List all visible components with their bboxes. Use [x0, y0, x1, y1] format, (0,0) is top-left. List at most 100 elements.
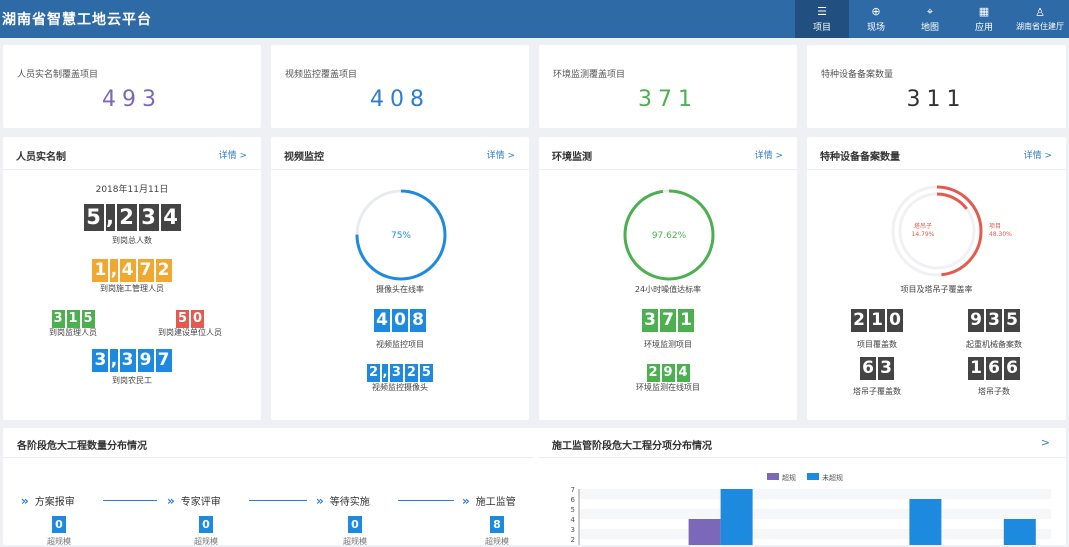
flow-count-label: 超规模 — [47, 537, 71, 546]
stat-label: 特种设备备案数量 — [821, 70, 894, 80]
nav-item-3[interactable]: ▦ 应用 — [957, 0, 1011, 38]
outer-label: 项目 — [989, 223, 1002, 230]
flow-count-label: 超规模 — [194, 537, 218, 546]
stat-label: 环境监测覆盖项目 — [553, 70, 626, 80]
env-projects-label: 环境监测项目 — [644, 340, 692, 349]
digit-tile: 1 — [869, 309, 885, 332]
digit-tile: 5 — [83, 204, 104, 231]
stat-card-env: 环境监测覆盖项目 371 — [539, 45, 797, 128]
flow-step-2[interactable]: » 等待实施 — [316, 493, 370, 509]
digit-tile: 2 — [155, 259, 172, 282]
flow-connector — [103, 500, 157, 501]
grid-band — [579, 489, 1051, 499]
flow-step-3[interactable]: » 施工监管 — [462, 493, 516, 509]
legend-label: 超规 — [782, 473, 796, 482]
ring-label: 24小时噪值达标率 — [634, 285, 702, 294]
grid-band — [579, 509, 1051, 519]
details-link[interactable]: 详情 > — [487, 148, 515, 161]
ring-value: 75% — [391, 231, 411, 241]
digit-tile: 5 — [176, 310, 189, 328]
digit-tile: 4 — [119, 259, 136, 282]
bar-未超规[interactable] — [1003, 519, 1036, 545]
noise-compliance-ring: 97.62% — [623, 189, 715, 281]
nav-item-2[interactable]: ⌖ 地图 — [903, 0, 957, 38]
stat-card-realname: 人员实名制覆盖项目 493 — [3, 45, 261, 128]
details-link[interactable]: 详情 > — [219, 148, 247, 161]
cameras-label: 视频监控摄像头 — [372, 383, 428, 392]
digit-tile: 3 — [119, 349, 136, 372]
nav-label: 现场 — [866, 22, 885, 33]
digit-tile: 4 — [374, 309, 390, 332]
flow-count: 0 — [348, 516, 362, 533]
bottom-left-header: 各阶段危大工程数量分布情况 — [3, 428, 533, 458]
flow-connector — [398, 500, 454, 501]
video-projects-digits: 408 — [271, 309, 529, 332]
stat-value: 408 — [370, 87, 430, 112]
inner-value: 14.79% — [912, 231, 935, 238]
panel-header: 特种设备备案数量 详情 > — [807, 137, 1066, 170]
digit-tile: 0 — [392, 309, 408, 332]
outer-value: 48.30% — [989, 231, 1012, 238]
panel-title: 特种设备备案数量 — [820, 152, 900, 163]
digit-tile: 9 — [661, 364, 675, 382]
env-online-digits: 294 — [539, 361, 797, 382]
flow-count-label: 超规模 — [485, 537, 509, 546]
flow-step-label: 方案报审 — [34, 497, 75, 508]
digit-tile: 7 — [660, 309, 676, 332]
digit-tile: 5 — [1004, 309, 1020, 332]
env-online-label: 环境监测在线项目 — [636, 383, 700, 392]
digit-tile: 1 — [92, 259, 109, 282]
double-chevron-icon: » — [462, 493, 470, 508]
hazard-bar-chart: 超规 未超规 7 6 5 4 3 2 — [571, 473, 1051, 545]
stat-value: 311 — [906, 87, 967, 112]
total-label: 到岗总人数 — [112, 236, 152, 245]
y-tick-label: 6 — [571, 496, 576, 504]
flow-count-label: 超规模 — [343, 537, 367, 546]
bottom-right-more[interactable]: > — [1041, 436, 1050, 449]
top-bar: 湖南省智慧工地云平台 ☰ 项目 ⊕ 现场 ⌖ 地图 ▦ 应用 ♙ 湖南省住建厅 — [0, 0, 1069, 38]
bottom-right-title: 施工监管阶段危大工程分项分布情况 — [552, 441, 712, 452]
details-link[interactable]: 详情 > — [1024, 148, 1052, 161]
digit-tile: 5 — [419, 364, 433, 382]
digit-tile: 2 — [116, 204, 137, 231]
bar-未超规[interactable] — [909, 499, 942, 545]
digit-tile: 4 — [676, 364, 690, 382]
equip-cell-1-label: 起重机械备案数 — [966, 340, 1022, 349]
digit-tile: 3 — [138, 204, 159, 231]
camera-online-ring: 75% — [355, 189, 447, 281]
y-tick-label: 7 — [571, 486, 575, 494]
apps-grid-icon: ▦ — [978, 4, 990, 18]
panel-header: 环境监测 详情 > — [539, 137, 797, 170]
panel-title: 视频监控 — [284, 152, 324, 163]
nav-item-0[interactable]: ☰ 项目 — [795, 0, 849, 38]
digit-tile: 0 — [887, 309, 903, 332]
flow-step-1[interactable]: » 专家评审 — [167, 493, 221, 509]
digit-tile: 9 — [968, 309, 984, 332]
date-label: 2018年11月11日 — [95, 185, 169, 195]
flow-step-label: 专家评审 — [180, 497, 221, 508]
digit-tile: 8 — [410, 309, 426, 332]
digit-tile: 0 — [191, 310, 204, 328]
stat-card-video: 视频监控覆盖项目 408 — [271, 45, 529, 128]
digit-tile: 3 — [986, 309, 1002, 332]
realname-panel: 人员实名制 详情 > 2018年11月11日 5,234 到岗总人数 1,472… — [3, 137, 261, 420]
list-icon: ☰ — [817, 4, 827, 18]
video-projects-label: 视频监控项目 — [376, 340, 424, 349]
globe-icon: ⊕ — [871, 4, 881, 18]
bar-超规[interactable] — [688, 519, 721, 545]
digit-tile: 1 — [66, 310, 80, 328]
nav-item-1[interactable]: ⊕ 现场 — [849, 0, 903, 38]
nav-item-4[interactable]: ♙ 湖南省住建厅 — [1011, 0, 1069, 38]
details-link[interactable]: 详情 > — [755, 148, 783, 161]
flow-step-0[interactable]: » 方案报审 — [21, 493, 75, 509]
double-chevron-icon: » — [21, 493, 29, 508]
bar-未超规[interactable] — [720, 489, 753, 545]
digit-tile: 6 — [986, 357, 1002, 380]
digit-tile: 1 — [968, 357, 984, 380]
flow-step-label: 等待实施 — [329, 497, 370, 508]
inner-label: 塔吊子 — [914, 222, 932, 230]
digit-tile: 3 — [878, 357, 894, 380]
digit-tile: 4 — [160, 204, 181, 231]
app-title: 湖南省智慧工地云平台 — [2, 12, 152, 28]
outer-annotation: 项目 48.30% — [989, 223, 1012, 239]
